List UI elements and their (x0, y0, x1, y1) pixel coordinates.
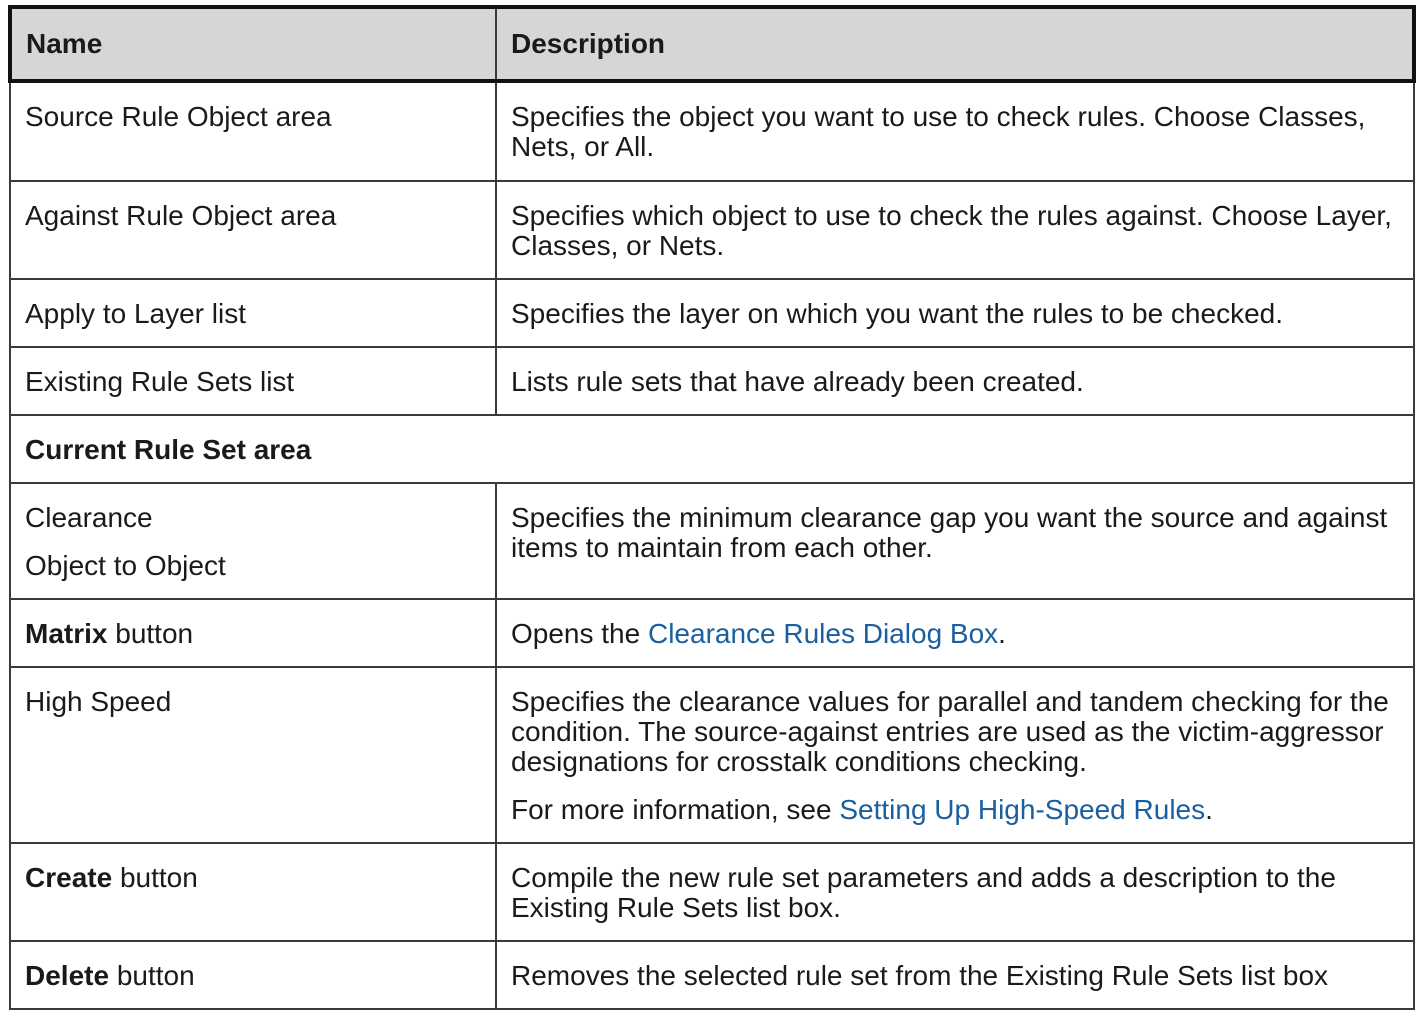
button-name-rest: button (107, 618, 194, 649)
row-description: Specifies the object you want to use to … (495, 80, 1415, 182)
row-description: Specifies which object to use to check t… (495, 180, 1415, 280)
row-name: Apply to Layer list (9, 278, 497, 348)
row-description: Lists rule sets that have already been c… (495, 346, 1415, 416)
row-description: Removes the selected rule set from the E… (495, 940, 1415, 1010)
row-name: Source Rule Object area (9, 80, 497, 182)
row-description: Compile the new rule set parameters and … (495, 842, 1415, 942)
row-name: High Speed (9, 666, 497, 844)
table-row: Against Rule Object area Specifies which… (9, 180, 1415, 280)
button-name-bold: Delete (25, 960, 110, 991)
desc-prefix: Opens the (511, 618, 648, 649)
rules-table: Name Description Source Rule Object area… (8, 5, 1416, 1010)
table-row: Apply to Layer list Specifies the layer … (9, 278, 1415, 348)
table-row: Source Rule Object area Specifies the ob… (9, 80, 1415, 182)
button-name-rest: button (112, 862, 198, 893)
table-row: Create button Compile the new rule set p… (9, 842, 1415, 942)
header-name: Name (8, 5, 497, 83)
table-row: Clearance Object to Object Specifies the… (9, 482, 1415, 600)
row-description: Specifies the layer on which you want th… (495, 278, 1415, 348)
more-suffix: . (1205, 794, 1213, 825)
section-title: Current Rule Set area (9, 414, 1415, 484)
clearance-rules-dialog-link[interactable]: Clearance Rules Dialog Box (648, 618, 998, 649)
button-name-bold: Create (25, 862, 113, 893)
high-speed-rules-link[interactable]: Setting Up High-Speed Rules (839, 794, 1205, 825)
row-description-text: Specifies the clearance values for paral… (511, 686, 1389, 777)
header-row: Name Description (8, 5, 1416, 83)
row-name: Against Rule Object area (9, 180, 497, 280)
table-row: Existing Rule Sets list Lists rule sets … (9, 346, 1415, 416)
button-name-bold: Matrix (25, 618, 108, 649)
more-prefix: For more information, see (511, 794, 840, 825)
more-info: For more information, see Setting Up Hig… (511, 795, 1399, 825)
table-row: High Speed Specifies the clearance value… (9, 666, 1415, 844)
row-name: Existing Rule Sets list (9, 346, 497, 416)
row-description: Opens the Clearance Rules Dialog Box. (495, 598, 1415, 668)
row-name-line: Clearance (25, 502, 153, 533)
row-name: Delete button (9, 940, 497, 1010)
row-name: Clearance Object to Object (9, 482, 497, 600)
row-description: Specifies the minimum clearance gap you … (495, 482, 1415, 600)
row-name: Create button (9, 842, 497, 942)
section-row: Current Rule Set area (9, 414, 1415, 484)
header-description: Description (495, 5, 1416, 83)
row-description: Specifies the clearance values for paral… (495, 666, 1415, 844)
row-name-line: Object to Object (25, 550, 226, 581)
desc-suffix: . (998, 618, 1006, 649)
table-row: Matrix button Opens the Clearance Rules … (9, 598, 1415, 668)
row-name: Matrix button (9, 598, 497, 668)
button-name-rest: button (109, 960, 195, 991)
table-row: Delete button Removes the selected rule … (9, 940, 1415, 1010)
